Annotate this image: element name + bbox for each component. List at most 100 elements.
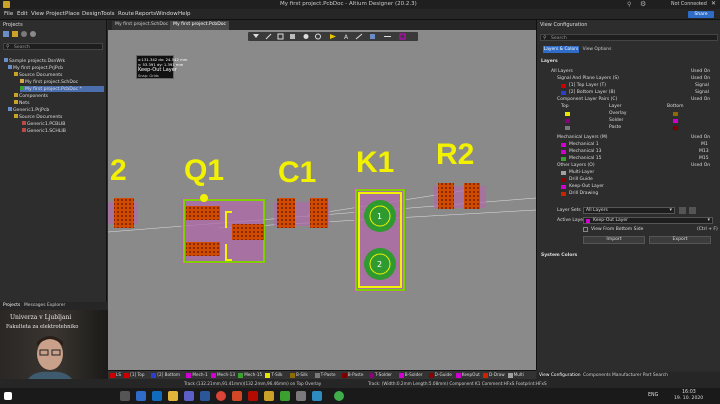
place-pad-icon[interactable] (303, 34, 309, 39)
tree-generic-source[interactable]: Source Documents (14, 114, 62, 120)
tree-pcbdoc[interactable]: My first project.PcbDoc * (20, 86, 104, 92)
pcb-canvas[interactable]: A 2 Q1 C1 K1 R2 1 2 (108, 30, 536, 370)
layer-tab[interactable]: Multi (507, 372, 524, 379)
app-icon[interactable] (312, 391, 322, 401)
layer-pair-row[interactable]: Solder (537, 118, 720, 124)
menu-help[interactable]: Help (178, 11, 191, 17)
tab-manufacturer-part-search[interactable]: Manufacturer Part Search (612, 373, 668, 378)
layer-row[interactable]: Other Layers (O) Used On (537, 163, 720, 169)
active-layer-dropdown[interactable]: Keep-Out Layer ▾ (583, 217, 713, 224)
layer-row[interactable]: All Layers Used On (537, 69, 720, 75)
layer-pair-row[interactable]: Overlay (537, 111, 720, 117)
settings-icon[interactable]: ⚙ (640, 0, 646, 8)
layer-color-swatch[interactable] (561, 91, 566, 95)
tab-explorer[interactable]: Explorer (47, 303, 65, 308)
import-button[interactable]: Import (583, 236, 645, 244)
chrome-icon[interactable] (216, 391, 226, 401)
powerpoint-icon[interactable] (232, 391, 242, 401)
search-icon[interactable]: ⚲ (627, 1, 631, 8)
tab-view-configuration[interactable]: View Configuration (539, 373, 581, 378)
save-icon[interactable] (3, 31, 9, 37)
tab-schdoc[interactable]: My first project.SchDoc (112, 21, 172, 30)
layer-sets-dropdown[interactable]: All Layers ▾ (583, 207, 675, 214)
menu-view[interactable]: View (31, 11, 44, 17)
tree-source-docs[interactable]: Source Documents (14, 72, 62, 78)
menu-place[interactable]: Place (65, 11, 80, 17)
layer-row[interactable]: [2] Bottom Layer (B) Signal (537, 90, 720, 96)
tree-schdoc[interactable]: My first project.SchDoc (20, 79, 78, 85)
layer-row[interactable]: Keep-Out Layer (537, 184, 720, 190)
layer-color-swatch[interactable] (561, 150, 566, 154)
bottom-color-swatch[interactable] (673, 112, 678, 116)
menu-project[interactable]: Project (46, 11, 65, 17)
layer-tab[interactable]: B-Solder (398, 372, 423, 379)
bottom-color-swatch[interactable] (673, 126, 678, 130)
footprint-k1[interactable]: 1 2 (354, 188, 406, 292)
top-color-swatch[interactable] (565, 119, 570, 123)
layer-color-swatch[interactable] (561, 157, 566, 161)
clock-time[interactable]: 16:03 (682, 390, 696, 395)
layer-row[interactable]: Drill Guide (537, 177, 720, 183)
menu-window[interactable]: Window (156, 11, 178, 17)
acrobat-icon[interactable] (248, 391, 258, 401)
minimize-button[interactable]: – (698, 0, 701, 7)
footprint-c1[interactable] (274, 198, 330, 228)
layer-tab[interactable]: B-Paste (341, 372, 363, 379)
layer-row[interactable]: [1] Top Layer (T) Signal (537, 83, 720, 89)
tab-layers-colors[interactable]: Layers & Colors (543, 46, 579, 53)
explorer-icon[interactable] (168, 391, 178, 401)
menu-route[interactable]: Route (118, 11, 134, 17)
tab-projects[interactable]: Projects (3, 303, 20, 308)
teams-icon[interactable] (184, 391, 194, 401)
layer-tab[interactable]: [1] Top (124, 372, 145, 379)
layer-tab[interactable]: D-Guide (428, 372, 452, 379)
tree-components[interactable]: Components (14, 93, 48, 99)
tree-nets[interactable]: Nets (14, 100, 29, 106)
menu-design[interactable]: Design (82, 11, 101, 17)
app-icon[interactable] (296, 391, 306, 401)
menu-file[interactable]: File (4, 11, 13, 17)
layer-set-options-icon[interactable] (689, 207, 696, 214)
export-button[interactable]: Export (649, 236, 711, 244)
layer-tab[interactable]: Mech-15 (238, 372, 262, 379)
task-view-icon[interactable] (136, 391, 146, 401)
layer-tab[interactable]: B-Silk (290, 372, 308, 379)
view-from-bottom-checkbox[interactable] (583, 227, 588, 232)
tree-project[interactable]: My first project.PrjPcb (8, 65, 63, 71)
folder-icon[interactable] (12, 31, 18, 37)
app-icon[interactable] (280, 391, 290, 401)
layer-tab[interactable]: KeepOut (455, 372, 480, 379)
projects-search-input[interactable]: ⚲ Search (3, 43, 103, 50)
bottom-color-swatch[interactable] (673, 119, 678, 123)
footprint-r2[interactable] (434, 183, 486, 209)
layer-row[interactable]: Component Layer Pairs (C) Used On (537, 97, 720, 103)
refresh-icon[interactable] (21, 31, 27, 37)
outlook-icon[interactable] (152, 391, 162, 401)
layer-color-swatch[interactable] (561, 178, 566, 182)
menu-edit[interactable]: Edit (17, 11, 28, 17)
layer-tab[interactable]: Mech-13 (211, 372, 235, 379)
section-system-colors[interactable]: System Colors (541, 253, 577, 258)
app-icon[interactable] (334, 391, 344, 401)
top-color-swatch[interactable] (565, 112, 570, 116)
language-indicator[interactable]: ENG (648, 393, 658, 398)
layer-tab[interactable]: LS (110, 372, 121, 379)
layer-row[interactable]: Multi-Layer (537, 170, 720, 176)
layer-row[interactable]: Mechanical 15 M15 (537, 156, 720, 162)
layer-tab[interactable]: Mech-1 (186, 372, 208, 379)
tree-schlib[interactable]: Generic1.SCHLIB (22, 128, 66, 134)
share-button[interactable]: Share (688, 11, 714, 18)
settings-icon[interactable] (30, 31, 36, 37)
layer-row[interactable]: Mechanical 13 M13 (537, 149, 720, 155)
search-icon[interactable] (120, 391, 130, 401)
layer-color-swatch[interactable] (561, 185, 566, 189)
layer-row[interactable]: Mechanical 1 M1 (537, 142, 720, 148)
clock-date[interactable]: 19. 10. 2020 (674, 396, 703, 401)
tab-view-options[interactable]: View Options (581, 46, 613, 53)
altium-icon[interactable] (264, 391, 274, 401)
tab-pcbdoc[interactable]: My first project.PcbDoc (170, 21, 230, 30)
polygon-icon[interactable] (370, 34, 375, 39)
layer-row[interactable]: Mechanical Layers (M) Used On (537, 135, 720, 141)
footprint-q1[interactable] (181, 194, 265, 264)
layer-tab[interactable]: [2] Bottom (151, 372, 180, 379)
